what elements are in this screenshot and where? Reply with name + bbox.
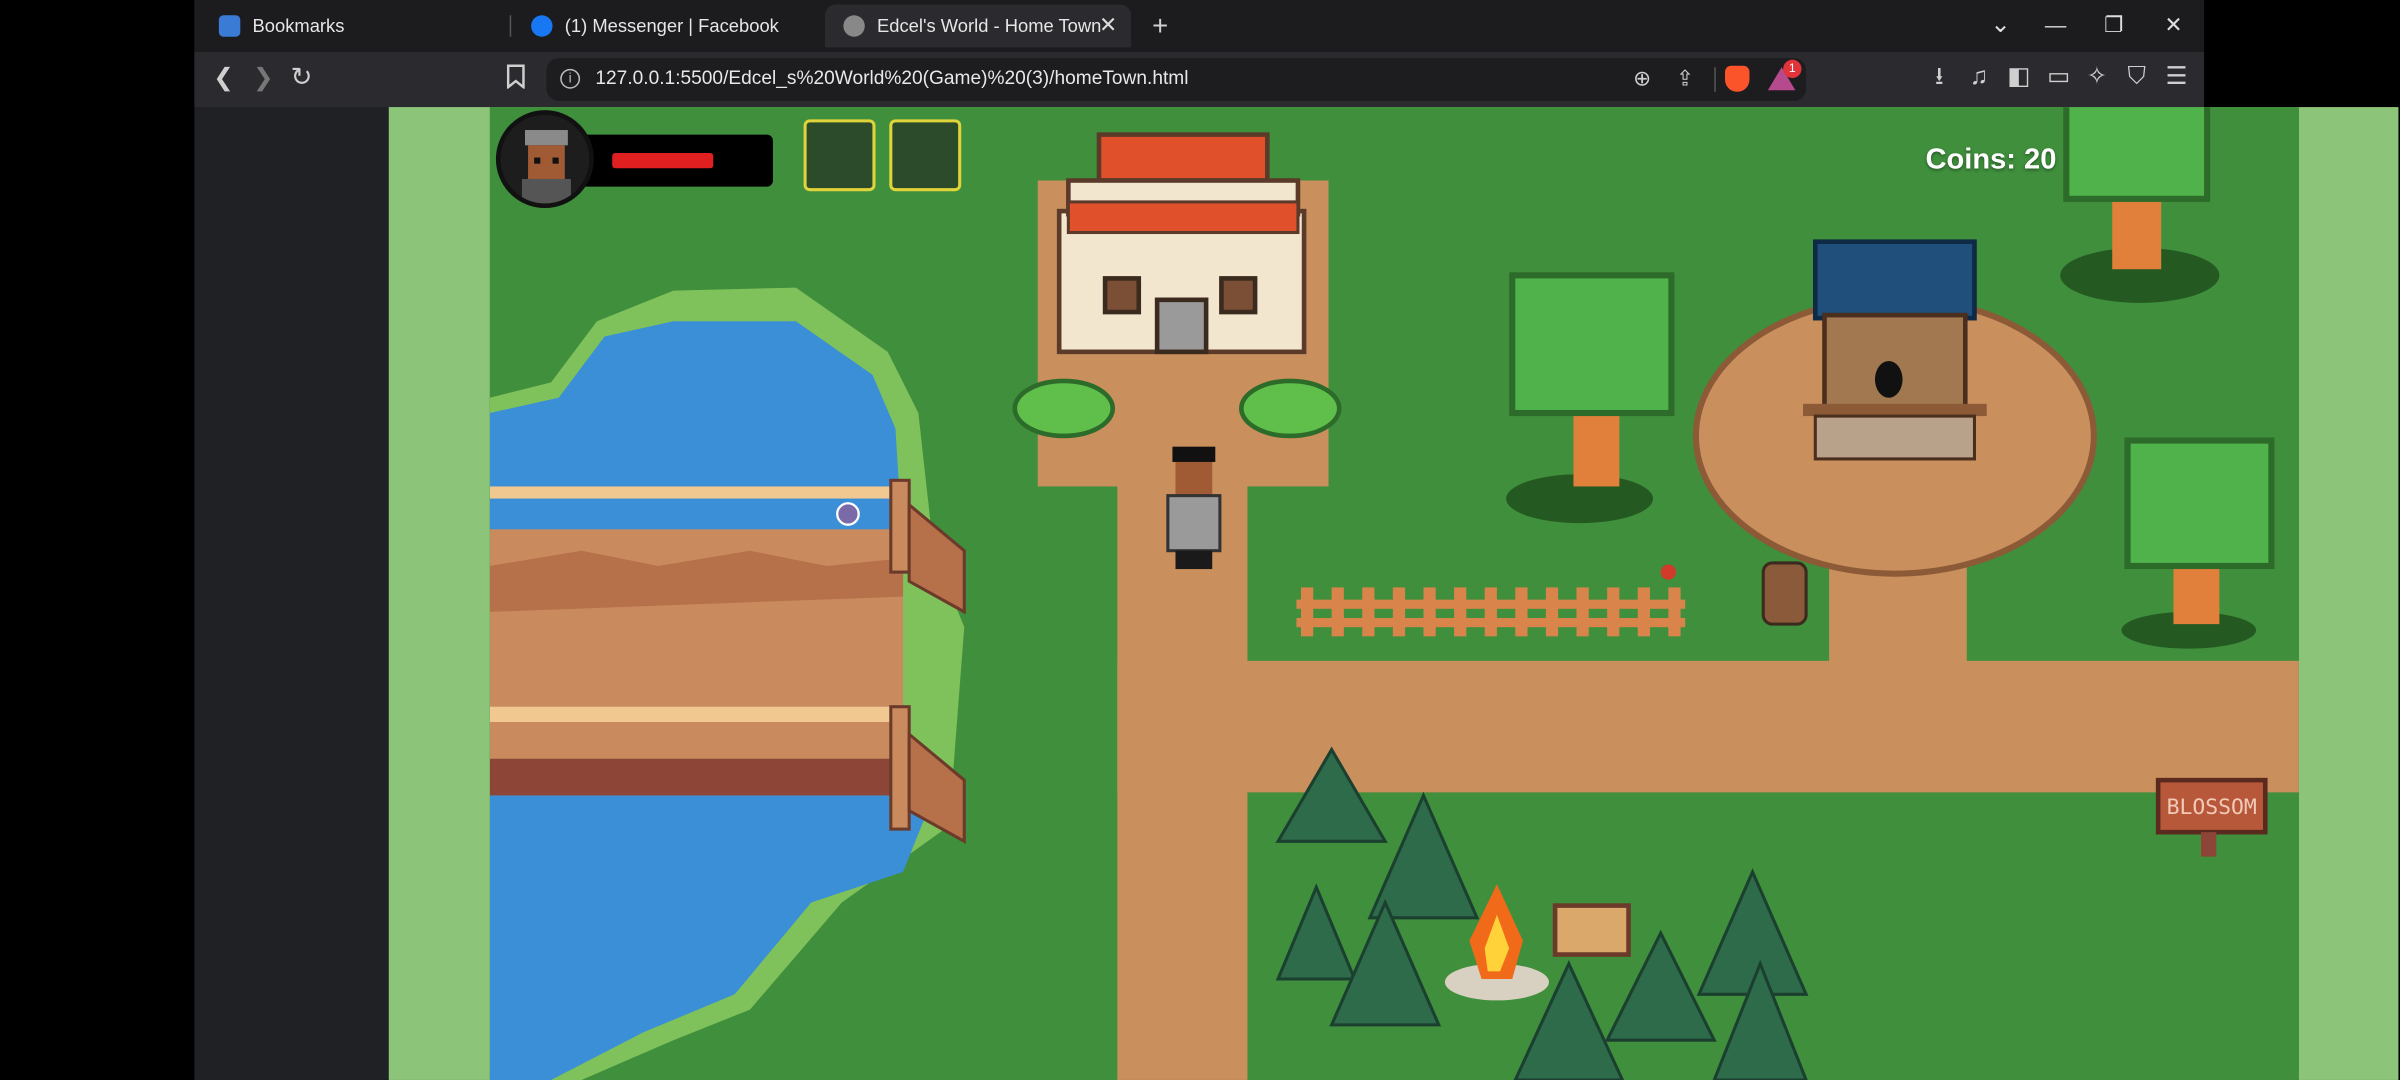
shop-base bbox=[1813, 414, 1977, 461]
menu-icon[interactable]: ☰ bbox=[2161, 65, 2192, 90]
tab-messenger[interactable]: (1) Messenger | Facebook bbox=[513, 5, 819, 48]
house-roof-top bbox=[1096, 132, 1270, 183]
shopkeeper-cat[interactable] bbox=[1874, 361, 1903, 398]
bird-critter[interactable] bbox=[1660, 564, 1677, 580]
house-roof-lower bbox=[1066, 200, 1300, 235]
house-window bbox=[1219, 276, 1258, 315]
dirt-path-horizontal bbox=[1117, 660, 2299, 793]
zoom-icon[interactable]: ⊕ bbox=[1633, 66, 1651, 92]
tab-label: (1) Messenger | Facebook bbox=[564, 15, 779, 37]
media-icon[interactable]: ♫ bbox=[1964, 65, 1995, 90]
forward-icon[interactable]: ❯ bbox=[248, 67, 279, 91]
minimize-button[interactable]: — bbox=[2040, 12, 2071, 36]
bush bbox=[1239, 378, 1342, 439]
wallet-icon[interactable]: ▭ bbox=[2043, 65, 2074, 90]
player-avatar bbox=[495, 110, 594, 209]
bridge-rail-top bbox=[489, 486, 900, 499]
house-window bbox=[1102, 276, 1142, 315]
divider bbox=[1714, 67, 1716, 92]
bridge-shadow bbox=[489, 758, 900, 796]
site-info-icon[interactable]: i bbox=[560, 68, 581, 89]
back-icon[interactable]: ❮ bbox=[208, 67, 239, 91]
tab-home-town[interactable]: Edcel's World - Home Town ✕ bbox=[824, 4, 1132, 48]
bush bbox=[1012, 378, 1116, 439]
sign-text: BLOSSOM bbox=[2167, 795, 2257, 820]
reload-icon[interactable]: ↻ bbox=[286, 64, 317, 90]
bookmarks-favicon-icon bbox=[218, 15, 241, 37]
game-canvas[interactable]: BLOSSOM Coins: 20 bbox=[489, 107, 2299, 1080]
sidebar-icon[interactable]: ◧ bbox=[2004, 65, 2035, 90]
coins-counter: Coins: 20 bbox=[1925, 143, 2057, 176]
maximize-button[interactable]: ❐ bbox=[2098, 12, 2129, 38]
bridge-post bbox=[889, 705, 911, 831]
browser-toolbar: ❮ ❯ ↻ i 127.0.0.1:5500/Edcel_s%20World%2… bbox=[194, 52, 2205, 108]
health-bar-frame bbox=[569, 134, 773, 187]
player-character[interactable] bbox=[1166, 446, 1222, 570]
bridge-rail-bottom bbox=[489, 706, 900, 723]
inventory-slot-1[interactable] bbox=[803, 119, 876, 192]
house-door[interactable] bbox=[1154, 297, 1209, 355]
game-world: BLOSSOM bbox=[489, 107, 2299, 1080]
page-viewport: BLOSSOM Coins: 20 bbox=[388, 107, 2399, 1080]
tab-bar: Bookmarks (1) Messenger | Facebook Edcel… bbox=[194, 0, 2205, 53]
address-bar[interactable]: i 127.0.0.1:5500/Edcel_s%20World%20(Game… bbox=[546, 58, 1807, 101]
player-hud bbox=[495, 110, 773, 209]
wooden-crate[interactable] bbox=[1552, 903, 1631, 957]
bookmark-icon[interactable] bbox=[501, 64, 532, 95]
brave-shields-icon[interactable] bbox=[1724, 65, 1750, 92]
inventory-slot-2[interactable] bbox=[889, 119, 962, 192]
tab-divider bbox=[509, 15, 512, 37]
download-icon[interactable]: ⭳ bbox=[1924, 65, 1955, 90]
tab-bookmarks[interactable]: Bookmarks bbox=[201, 5, 507, 48]
close-window-button[interactable]: ✕ bbox=[2158, 12, 2189, 38]
tab-label: Bookmarks bbox=[252, 15, 345, 37]
health-bar-fill bbox=[612, 152, 714, 169]
url-text: 127.0.0.1:5500/Edcel_s%20World%20(Game)%… bbox=[595, 67, 1189, 89]
shop-awning bbox=[1812, 239, 1977, 321]
tab-label: Edcel's World - Home Town bbox=[877, 15, 1102, 37]
leo-ai-icon[interactable]: ✧ bbox=[2082, 65, 2113, 90]
bridge-plank bbox=[489, 722, 900, 759]
close-tab-icon[interactable]: ✕ bbox=[1094, 12, 1122, 38]
barrel[interactable] bbox=[1761, 561, 1808, 626]
tab-list-button[interactable]: ⌄ bbox=[1985, 9, 2016, 40]
browser-window: Bookmarks (1) Messenger | Facebook Edcel… bbox=[194, 0, 2399, 1080]
new-tab-button[interactable]: + bbox=[1145, 12, 1176, 40]
share-icon[interactable]: ⇪ bbox=[1676, 66, 1694, 92]
bridge-post bbox=[889, 478, 911, 574]
sign-post bbox=[2201, 832, 2217, 857]
shop-counter bbox=[1803, 403, 1987, 417]
npc-character[interactable] bbox=[836, 502, 860, 526]
vpn-icon[interactable]: ⛉ bbox=[2121, 65, 2152, 90]
facebook-favicon-icon bbox=[531, 15, 553, 37]
globe-favicon-icon bbox=[843, 15, 865, 37]
notification-badge: 1 bbox=[1783, 59, 1802, 79]
